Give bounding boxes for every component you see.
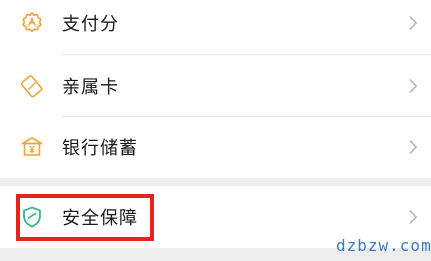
payscore-icon xyxy=(20,11,44,35)
menu-item-label: 银行储蓄 xyxy=(62,138,138,159)
menu-item-label: 支付分 xyxy=(62,14,119,35)
watermark: dzbzw.com xyxy=(336,236,431,255)
chevron-right-icon xyxy=(408,15,418,31)
chevron-right-icon xyxy=(408,78,418,94)
highlight-box xyxy=(16,194,154,241)
menu-item-bank-savings[interactable]: 银行储蓄 xyxy=(0,116,431,178)
bank-savings-icon xyxy=(20,135,44,159)
menu-item-payscore[interactable]: 支付分 xyxy=(0,0,431,54)
menu-group-main: 支付分 亲属卡 银行储蓄 xyxy=(0,0,431,178)
chevron-right-icon xyxy=(408,209,418,225)
chevron-right-icon xyxy=(408,139,418,155)
menu-item-family-card[interactable]: 亲属卡 xyxy=(0,55,431,117)
menu-item-label: 亲属卡 xyxy=(62,77,119,98)
family-card-icon xyxy=(20,74,44,98)
